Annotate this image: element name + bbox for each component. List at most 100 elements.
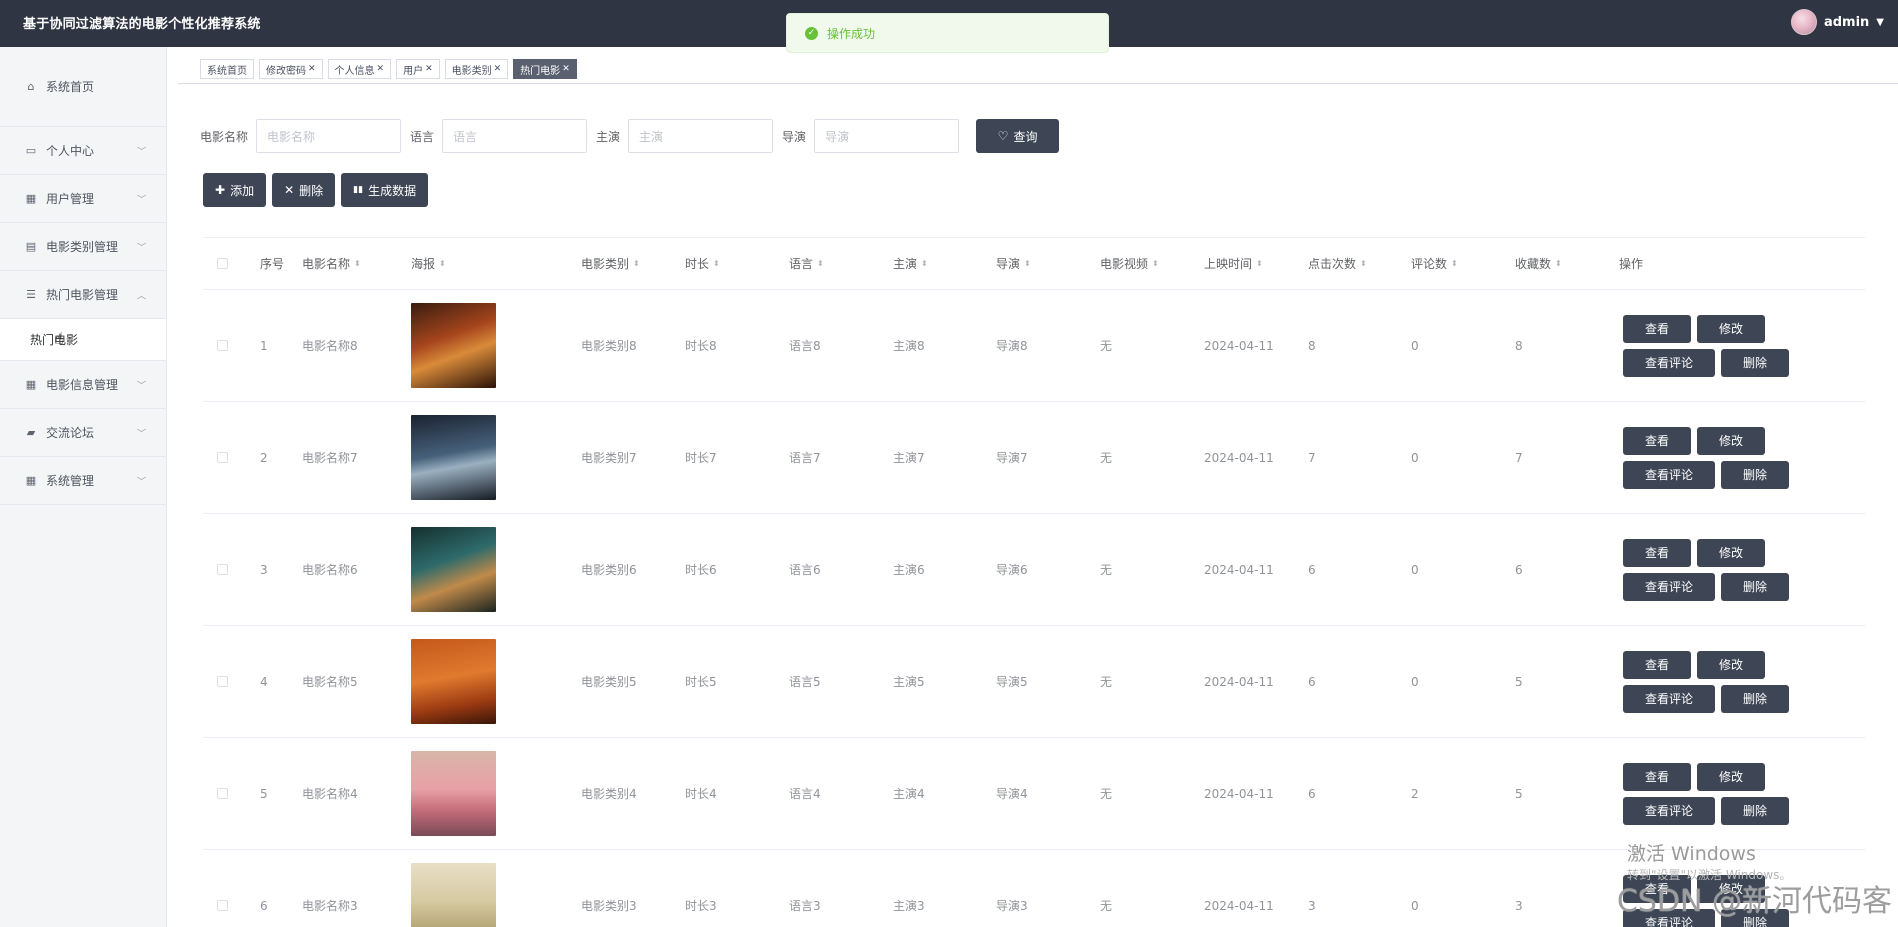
batch-delete-button[interactable]: ✕ 删除 <box>272 173 336 207</box>
sidebar-item-categories[interactable]: ▤ 电影类别管理 ﹀ <box>0 223 166 271</box>
select-all-checkbox[interactable] <box>217 258 228 269</box>
col-director[interactable]: 导演 ⬍ <box>996 238 1031 289</box>
view-comments-button[interactable]: 查看评论 <box>1623 796 1715 825</box>
sort-icon[interactable]: ⬍ <box>439 259 446 268</box>
director-input[interactable]: 导演 <box>814 119 960 153</box>
sort-icon[interactable]: ⬍ <box>633 259 640 268</box>
sort-icon[interactable]: ⬍ <box>1360 259 1367 268</box>
view-comments-button[interactable]: 查看评论 <box>1623 348 1715 377</box>
cell-director: 导演6 <box>996 563 1028 577</box>
sidebar-item-forum[interactable]: ▰ 交流论坛 ﹀ <box>0 409 166 457</box>
sort-icon[interactable]: ⬍ <box>354 259 361 268</box>
edit-button[interactable]: 修改 <box>1697 538 1765 567</box>
sidebar-item-hot-movies[interactable]: ☰ 热门电影管理 ︿ <box>0 271 166 319</box>
row-checkbox[interactable] <box>217 900 228 911</box>
row-checkbox[interactable] <box>217 676 228 687</box>
close-icon[interactable]: ✕ <box>377 64 385 74</box>
view-button[interactable]: 查看 <box>1623 762 1691 791</box>
view-button[interactable]: 查看 <box>1623 314 1691 343</box>
close-icon: ✕ <box>284 183 295 197</box>
delete-button[interactable]: 删除 <box>1721 572 1789 601</box>
close-icon[interactable]: ✕ <box>425 64 433 74</box>
table-row: 6 电影名称3 电影类别3 时长3 语言3 主演3 导演3 无 2024-04-11 3 0 3 查看修… <box>203 850 1865 927</box>
tab-movie-category[interactable]: 电影类别 ✕ <box>444 59 509 79</box>
row-checkbox[interactable] <box>217 564 228 575</box>
col-clicks-label: 点击次数 <box>1308 257 1357 271</box>
col-category[interactable]: 电影类别 ⬍ <box>581 238 640 289</box>
view-comments-button[interactable]: 查看评论 <box>1623 572 1715 601</box>
col-poster[interactable]: 海报 ⬍ <box>411 238 446 289</box>
add-button[interactable]: ✚ 添加 <box>203 173 267 207</box>
language-input[interactable]: 语言 <box>442 119 588 153</box>
delete-button[interactable]: 删除 <box>1721 684 1789 713</box>
sort-icon[interactable]: ⬍ <box>1152 259 1159 268</box>
tab-personal-info[interactable]: 个人信息 ✕ <box>327 59 392 79</box>
delete-button[interactable]: 删除 <box>1721 796 1789 825</box>
sidebar-item-home[interactable]: ⌂ 系统首页 <box>0 47 166 127</box>
poster-image[interactable] <box>411 639 496 724</box>
tab-users[interactable]: 用户 ✕ <box>396 59 440 79</box>
sidebar-item-movie-info[interactable]: ▦ 电影信息管理 ﹀ <box>0 361 166 409</box>
poster-image[interactable] <box>411 751 496 836</box>
caret-down-icon[interactable]: ▼ <box>1876 17 1884 28</box>
view-button[interactable]: 查看 <box>1623 650 1691 679</box>
tab-change-password[interactable]: 修改密码 ✕ <box>259 59 323 79</box>
sort-icon[interactable]: ⬍ <box>921 259 928 268</box>
row-checkbox[interactable] <box>217 452 228 463</box>
app-title: 基于协同过滤算法的电影个性化推荐系统 <box>23 17 261 32</box>
poster-image[interactable] <box>411 527 496 612</box>
col-favorites[interactable]: 收藏数 ⬍ <box>1515 238 1562 289</box>
view-comments-button[interactable]: 查看评论 <box>1623 460 1715 489</box>
sort-icon[interactable]: ⬍ <box>1555 259 1562 268</box>
edit-button[interactable]: 修改 <box>1697 426 1765 455</box>
user-name[interactable]: admin <box>1824 15 1869 30</box>
close-icon[interactable]: ✕ <box>562 64 570 74</box>
view-comments-button[interactable]: 查看评论 <box>1623 684 1715 713</box>
col-name[interactable]: 电影名称 ⬍ <box>302 238 361 289</box>
sort-icon[interactable]: ⬍ <box>1451 259 1458 268</box>
sidebar-item-personal[interactable]: ▭ 个人中心 ﹀ <box>0 127 166 175</box>
sidebar-subitem-hot-movies[interactable]: 热门电影 ☝ <box>0 319 166 361</box>
edit-button[interactable]: 修改 <box>1697 762 1765 791</box>
avatar[interactable] <box>1790 9 1817 35</box>
cell-actor: 主演7 <box>893 451 925 465</box>
sidebar-item-system[interactable]: ▦ 系统管理 ﹀ <box>0 457 166 505</box>
col-language[interactable]: 语言 ⬍ <box>789 238 824 289</box>
col-comments[interactable]: 评论数 ⬍ <box>1411 238 1458 289</box>
edit-button[interactable]: 修改 <box>1697 314 1765 343</box>
close-icon[interactable]: ✕ <box>308 64 316 74</box>
col-actor[interactable]: 主演 ⬍ <box>893 238 928 289</box>
actor-input[interactable]: 主演 <box>628 119 774 153</box>
tab-home[interactable]: 系统首页 <box>200 59 254 79</box>
generate-data-button[interactable]: ▮▮ 生成数据 <box>341 173 429 207</box>
poster-image[interactable] <box>411 415 496 500</box>
tab-hot-movies[interactable]: 热门电影 ✕ <box>513 59 577 79</box>
col-release[interactable]: 上映时间 ⬍ <box>1204 238 1263 289</box>
cell-comments: 2 <box>1411 786 1419 801</box>
sort-icon[interactable]: ⬍ <box>1024 259 1031 268</box>
sidebar-item-users[interactable]: ▦ 用户管理 ﹀ <box>0 175 166 223</box>
col-duration[interactable]: 时长 ⬍ <box>685 238 720 289</box>
row-checkbox[interactable] <box>217 788 228 799</box>
sort-icon[interactable]: ⬍ <box>817 259 824 268</box>
view-button[interactable]: 查看 <box>1623 426 1691 455</box>
movie-name-input[interactable]: 电影名称 <box>256 119 402 153</box>
row-checkbox[interactable] <box>217 340 228 351</box>
sort-icon[interactable]: ⬍ <box>1256 259 1263 268</box>
col-clicks[interactable]: 点击次数 ⬍ <box>1308 238 1367 289</box>
poster-image[interactable] <box>411 863 496 927</box>
sidebar-item-label: 电影类别管理 <box>46 240 119 254</box>
tab-label: 用户 <box>403 65 424 77</box>
col-video[interactable]: 电影视频 ⬍ <box>1100 238 1159 289</box>
edit-button[interactable]: 修改 <box>1697 650 1765 679</box>
cell-date: 2024-04-11 <box>1204 786 1274 801</box>
delete-button[interactable]: 删除 <box>1721 460 1789 489</box>
view-button[interactable]: 查看 <box>1623 538 1691 567</box>
query-button[interactable]: ♡ 查询 <box>976 119 1060 153</box>
cell-duration: 时长6 <box>685 563 717 577</box>
delete-button[interactable]: 删除 <box>1721 348 1789 377</box>
user-menu[interactable]: admin ▼ <box>1790 9 1884 35</box>
poster-image[interactable] <box>411 303 496 388</box>
close-icon[interactable]: ✕ <box>494 64 502 74</box>
sort-icon[interactable]: ⬍ <box>713 259 720 268</box>
